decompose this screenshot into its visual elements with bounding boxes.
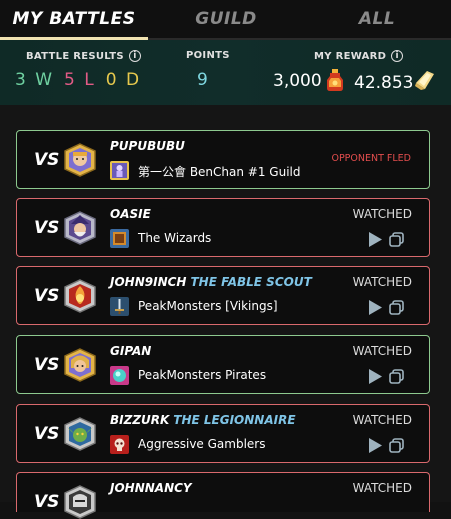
tab-my-battles[interactable]: MY BATTLES	[0, 0, 148, 40]
copy-link-icon[interactable]	[389, 232, 404, 247]
battle-card[interactable]: VS GIPAN PeakMonsters Pirates WATCHED	[16, 335, 430, 394]
battle-card[interactable]: VS JOHN9INCH THE FABLE SCOUT PeakMonsters…	[16, 266, 430, 325]
play-replay-icon[interactable]	[368, 300, 382, 315]
player-title: THE LEGIONNAIRE	[173, 413, 296, 427]
player-name[interactable]: GIPAN	[110, 344, 151, 358]
copy-link-icon[interactable]	[389, 300, 404, 315]
battle-card[interactable]: VS JOHNNANCY WATCHED	[16, 472, 430, 519]
opponent-name[interactable]: BIZZURK THE LEGIONNAIRE	[110, 413, 296, 427]
wizard-avatar-icon	[64, 211, 96, 245]
info-icon[interactable]: i	[391, 50, 404, 62]
battle-results-value: 3 W 5 L 0 D	[15, 70, 141, 90]
battle-tabs: MY BATTLES GUILD ALL	[0, 0, 451, 40]
losses-count: 5 L	[64, 70, 96, 90]
purple-figure-icon	[110, 161, 129, 180]
book-icon	[110, 229, 129, 248]
play-replay-icon[interactable]	[368, 232, 382, 247]
tab-all[interactable]: ALL	[303, 0, 451, 40]
battle-card[interactable]: VS PUPUBUBU 第一公會 BenChan #1 Guild OPPONE…	[16, 130, 430, 189]
vs-label: VS	[34, 355, 60, 375]
points-label: POINTS	[186, 50, 230, 61]
player-name[interactable]: PUPUBUBU	[110, 139, 185, 153]
tab-guild[interactable]: GUILD	[152, 0, 300, 40]
info-icon[interactable]: i	[128, 50, 141, 62]
vs-label: VS	[34, 424, 60, 444]
copy-link-icon[interactable]	[389, 369, 404, 384]
knight-avatar-icon	[64, 485, 96, 519]
guild-name: PeakMonsters Pirates	[138, 368, 267, 382]
player-name[interactable]: BIZZURK	[110, 413, 169, 427]
goblin-avatar-icon	[64, 417, 96, 451]
opponent-name[interactable]: GIPAN	[110, 344, 151, 358]
opponent-name[interactable]: PUPUBUBU	[110, 139, 185, 153]
skull-icon	[110, 435, 129, 454]
copy-link-icon[interactable]	[389, 438, 404, 453]
sps-crystal-icon	[415, 71, 434, 90]
my-reward-text: MY REWARD	[314, 51, 387, 62]
guild-name: PeakMonsters [Vikings]	[138, 299, 278, 313]
vs-label: VS	[34, 286, 60, 306]
play-replay-icon[interactable]	[368, 369, 382, 384]
status-label: WATCHED	[352, 481, 412, 495]
player-title: THE FABLE SCOUT	[190, 275, 312, 289]
player-name[interactable]: JOHN9INCH	[110, 275, 186, 289]
player-name[interactable]: JOHNNANCY	[110, 481, 192, 495]
battle-results-text: BATTLE RESULTS	[26, 51, 124, 62]
guild-name: The Wizards	[138, 231, 212, 245]
stats-bar: BATTLE RESULTS i 3 W 5 L 0 D POINTS 9 MY RE…	[0, 40, 451, 105]
play-replay-icon[interactable]	[368, 438, 382, 453]
guild-name: 第一公會 BenChan #1 Guild	[138, 165, 301, 179]
status-label: WATCHED	[352, 413, 412, 427]
my-reward-label: MY REWARD i	[314, 50, 404, 62]
orb-icon	[110, 366, 129, 385]
monk-avatar-icon	[64, 143, 96, 177]
player-name[interactable]: OASIE	[110, 207, 151, 221]
status-label: WATCHED	[352, 207, 412, 221]
vs-label: VS	[34, 218, 60, 238]
points-value: 9	[197, 70, 208, 90]
sword-icon	[110, 297, 129, 316]
status-label: WATCHED	[352, 275, 412, 289]
vs-label: VS	[34, 150, 60, 170]
fire-avatar-icon	[64, 279, 96, 313]
reward-sps-value: 42.853	[354, 73, 414, 93]
opponent-name[interactable]: OASIE	[110, 207, 151, 221]
battle-card[interactable]: VS BIZZURK THE LEGIONNAIRE Aggressive Gam…	[16, 404, 430, 463]
elf-avatar-icon	[64, 348, 96, 382]
battle-card[interactable]: VS OASIE The Wizards WATCHED	[16, 198, 430, 257]
wins-count: 3 W	[15, 70, 55, 90]
dec-potion-icon	[327, 69, 343, 91]
reward-dec-value: 3,000	[273, 71, 322, 91]
battle-results-label: BATTLE RESULTS i	[26, 50, 141, 62]
guild-name: Aggressive Gamblers	[138, 437, 266, 451]
opponent-name[interactable]: JOHN9INCH THE FABLE SCOUT	[110, 275, 312, 289]
opponent-name[interactable]: JOHNNANCY	[110, 481, 192, 495]
vs-label: VS	[34, 492, 60, 512]
status-label: WATCHED	[352, 344, 412, 358]
draws-count: 0 D	[105, 70, 142, 90]
status-label: OPPONENT FLED	[331, 153, 411, 164]
